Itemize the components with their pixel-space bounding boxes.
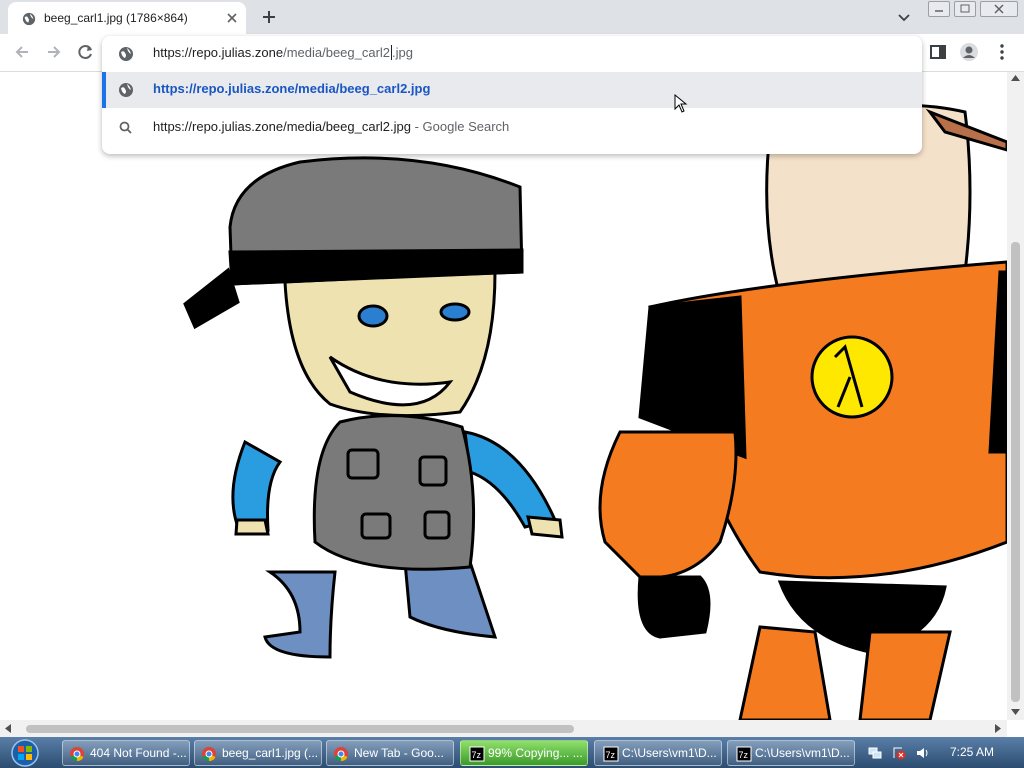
image-viewport <box>0 72 1007 720</box>
horizontal-scroll-thumb[interactable] <box>26 725 574 733</box>
chevron-down-icon[interactable] <box>896 9 912 25</box>
minimize-button[interactable] <box>928 1 950 17</box>
scroll-left-icon[interactable] <box>4 724 12 733</box>
scroll-up-icon[interactable] <box>1011 74 1020 82</box>
globe-icon <box>22 12 36 26</box>
address-ext: jpg <box>395 45 414 60</box>
menu-kebab-icon[interactable] <box>992 42 1012 62</box>
taskbar-item-404[interactable]: 404 Not Found -... <box>62 740 190 766</box>
cartoon-character-right <box>598 103 1007 720</box>
scroll-right-icon[interactable] <box>994 724 1002 733</box>
restore-icon <box>960 4 970 13</box>
address-path: /media/beeg_carl2 <box>283 45 391 60</box>
suggestion-search-row[interactable]: https://repo.julias.zone/media/beeg_carl… <box>102 110 922 146</box>
globe-icon <box>119 47 133 61</box>
close-icon[interactable] <box>224 10 240 26</box>
restore-button[interactable] <box>954 1 976 17</box>
forward-icon[interactable] <box>44 42 64 62</box>
taskbar-item-7zip-2[interactable]: 7z C:\Users\vm1\D... <box>727 740 855 766</box>
taskbar-item-label: C:\Users\vm1\D... <box>622 746 717 760</box>
taskbar-item-label: 404 Not Found -... <box>90 746 187 760</box>
reload-icon[interactable] <box>76 42 96 62</box>
chrome-icon <box>202 747 216 762</box>
search-suffix: - Google Search <box>411 119 510 134</box>
tab-beeg-carl1[interactable]: beeg_carl1.jpg (1786×864) <box>8 2 246 34</box>
svg-text:7z: 7z <box>606 750 616 760</box>
taskbar-item-label: beeg_carl1.jpg (... <box>222 746 319 760</box>
address-bar[interactable]: https://repo.julias.zone/media/beeg_carl… <box>102 36 922 72</box>
tab-title: beeg_carl1.jpg (1786×864) <box>44 11 188 25</box>
taskbar: 404 Not Found -... beeg_carl1.jpg (... N… <box>0 737 1024 768</box>
svg-text:7z: 7z <box>739 750 749 760</box>
system-clock[interactable]: 7:25 AM <box>950 745 994 759</box>
taskbar-item-label: New Tab - Goo... <box>354 746 444 760</box>
taskbar-item-label: C:\Users\vm1\D... <box>755 746 850 760</box>
7zip-icon: 7z <box>736 746 752 762</box>
action-center-warning-icon[interactable] <box>892 746 906 760</box>
scroll-down-icon[interactable] <box>1011 708 1020 716</box>
side-panel-icon[interactable] <box>928 42 948 62</box>
close-window-button[interactable] <box>980 1 1018 17</box>
taskbar-item-copying[interactable]: 7z 99% Copying... ... <box>460 740 588 766</box>
profile-avatar-icon[interactable] <box>959 42 979 62</box>
vertical-scroll-thumb[interactable] <box>1011 242 1020 702</box>
taskbar-item-beeg-carl1[interactable]: beeg_carl1.jpg (... <box>194 740 322 766</box>
network-icon[interactable] <box>868 746 882 760</box>
taskbar-item-label: 99% Copying... ... <box>488 746 583 760</box>
vertical-scrollbar[interactable] <box>1007 72 1024 720</box>
search-query: https://repo.julias.zone/media/beeg_carl… <box>153 119 411 134</box>
7zip-icon: 7z <box>469 746 485 762</box>
chrome-icon <box>70 747 84 762</box>
address-input[interactable]: https://repo.julias.zone/media/beeg_carl… <box>153 45 413 60</box>
taskbar-item-7zip-1[interactable]: 7z C:\Users\vm1\D... <box>594 740 722 766</box>
new-tab-icon[interactable] <box>260 8 278 26</box>
address-host: https://repo.julias.zone <box>153 45 284 60</box>
7zip-icon: 7z <box>603 746 619 762</box>
minimize-icon <box>935 10 943 12</box>
tab-strip: beeg_carl1.jpg (1786×864) <box>0 0 1024 34</box>
volume-icon[interactable] <box>916 746 930 760</box>
cartoon-image <box>183 103 1007 720</box>
omnibox-dropdown: https://repo.julias.zone/media/beeg_carl… <box>102 36 922 154</box>
globe-icon <box>119 83 133 97</box>
search-suggestion-text: https://repo.julias.zone/media/beeg_carl… <box>153 119 509 134</box>
search-icon <box>119 121 132 134</box>
suggestion-url: https://repo.julias.zone/media/beeg_carl… <box>153 81 431 96</box>
suggestion-url-row[interactable]: https://repo.julias.zone/media/beeg_carl… <box>102 72 922 113</box>
chrome-icon <box>334 747 348 762</box>
horizontal-scrollbar[interactable] <box>0 720 1007 737</box>
back-icon[interactable] <box>12 42 32 62</box>
selection-indicator <box>102 72 106 108</box>
cartoon-character-left <box>183 156 564 659</box>
start-button[interactable] <box>4 738 46 768</box>
svg-text:7z: 7z <box>472 750 482 760</box>
close-window-icon <box>994 4 1004 14</box>
taskbar-item-new-tab[interactable]: New Tab - Goo... <box>326 740 454 766</box>
